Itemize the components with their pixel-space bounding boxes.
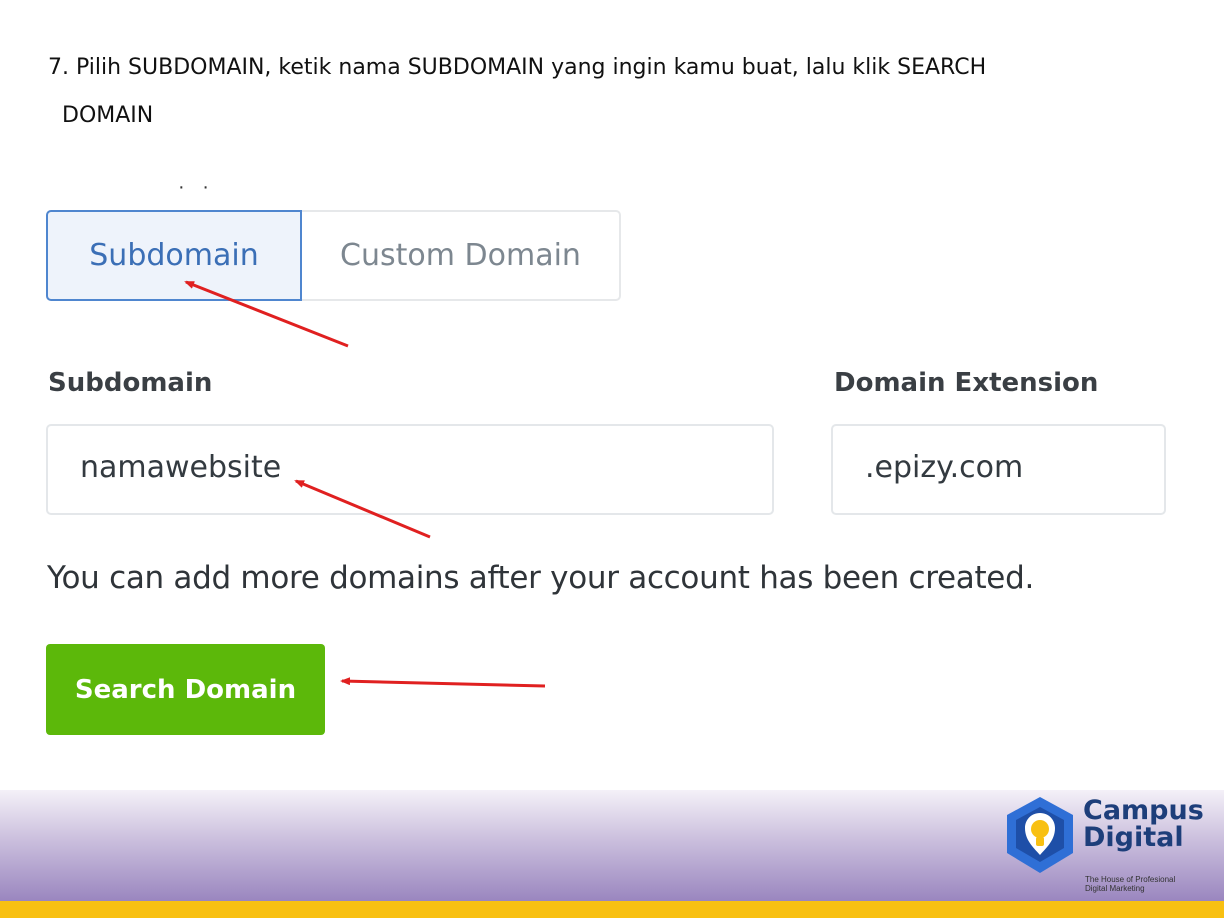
- instruction-line-2: DOMAIN: [62, 103, 154, 128]
- instruction-line-1: 7. Pilih SUBDOMAIN, ketik nama SUBDOMAIN…: [48, 55, 987, 80]
- domain-extension-value: .epizy.com: [865, 450, 1024, 485]
- subdomain-input-value: namawebsite: [80, 450, 282, 485]
- logo-wordmark: Campus Digital: [1083, 797, 1204, 851]
- arrow-to-search-button: [340, 677, 546, 688]
- search-domain-button-label: Search Domain: [74, 674, 297, 705]
- help-text: You can add more domains after your acco…: [47, 560, 1035, 596]
- logo-line-2: Digital: [1083, 822, 1184, 853]
- subdomain-input[interactable]: namawebsite: [46, 424, 774, 515]
- tab-custom-domain[interactable]: Custom Domain: [302, 212, 619, 299]
- logo-tagline-2: Digital Marketing: [1085, 884, 1145, 893]
- logo-tagline-1: The House of Profesional: [1085, 875, 1176, 884]
- cropped-text-fragment: · ·: [178, 176, 215, 198]
- logo-line-1: Campus: [1083, 795, 1204, 826]
- instruction-text: 7. Pilih SUBDOMAIN, ketik nama SUBDOMAIN…: [48, 44, 1168, 140]
- tab-subdomain[interactable]: Subdomain: [46, 210, 302, 301]
- campus-digital-logo: Campus Digital The House of Profesional …: [1003, 795, 1218, 905]
- domain-type-toggle: Subdomain Custom Domain: [46, 210, 621, 301]
- subdomain-field-label: Subdomain: [48, 368, 213, 398]
- lightbulb-shield-icon: [1007, 797, 1073, 873]
- domain-extension-label: Domain Extension: [834, 368, 1099, 398]
- domain-extension-select[interactable]: .epizy.com: [831, 424, 1166, 515]
- search-domain-button[interactable]: Search Domain: [46, 644, 325, 735]
- logo-tagline: The House of Profesional Digital Marketi…: [1085, 875, 1205, 893]
